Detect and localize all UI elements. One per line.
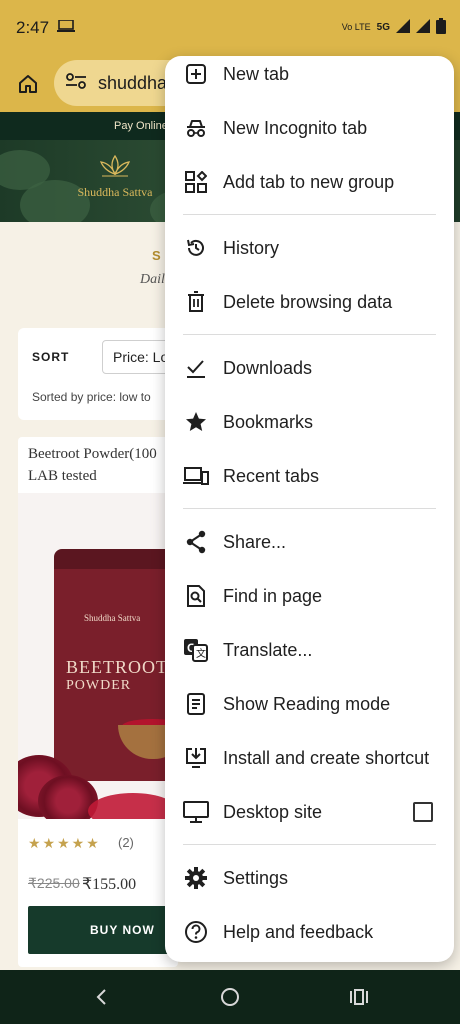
product-image[interactable]: Shuddha Sattva BEETROOT POWDER [18, 493, 178, 819]
menu-item-new-tab[interactable]: New tab [165, 56, 454, 100]
menu-label: Share... [223, 531, 287, 552]
site-logo[interactable]: Shuddha Sattva [60, 154, 170, 200]
pouch-name-line2: POWDER [66, 678, 132, 693]
menu-item-help-feedback[interactable]: Help and feedback [165, 906, 454, 958]
incognito-icon [183, 115, 209, 141]
trash-icon [183, 289, 209, 315]
back-button[interactable] [86, 984, 116, 1010]
desktop-site-checkbox[interactable] [413, 802, 433, 822]
menu-label: Recent tabs [223, 465, 320, 486]
menu-item-share[interactable]: Share... [165, 516, 454, 568]
menu-label: Delete browsing data [223, 291, 393, 312]
menu-item-translate[interactable]: G文 Translate... [165, 624, 454, 676]
sorted-by-text: Sorted by price: low to [32, 390, 151, 404]
menu-divider [183, 334, 436, 335]
menu-label: Bookmarks [223, 411, 314, 432]
lotus-icon [99, 154, 131, 177]
help-icon [183, 919, 209, 945]
menu-label: Show Reading mode [223, 693, 391, 714]
menu-label: History [223, 237, 280, 258]
menu-label: Add tab to new group [223, 171, 395, 192]
home-circle-icon [221, 988, 239, 1006]
signal-icon-2 [416, 19, 430, 35]
menu-label: Install and create shortcut [223, 747, 430, 768]
menu-item-settings[interactable]: Settings [165, 852, 454, 904]
history-icon [183, 235, 209, 261]
menu-item-incognito[interactable]: New Incognito tab [165, 102, 454, 154]
download-icon [183, 355, 209, 381]
laptop-icon [57, 19, 76, 37]
gear-icon [183, 865, 209, 891]
recents-icon [350, 989, 368, 1005]
back-icon [96, 989, 106, 1005]
svg-text:文: 文 [196, 647, 206, 660]
pouch-label: Shuddha Sattva BEETROOT POWDER [66, 613, 178, 694]
menu-item-reading-mode[interactable]: Show Reading mode [165, 678, 454, 730]
menu-divider [183, 214, 436, 215]
menu-item-add-tab-group[interactable]: Add tab to new group [165, 156, 454, 208]
devices-icon [183, 463, 209, 489]
menu-label: Settings [223, 867, 289, 888]
pouch-name-line1: BEETROOT [66, 657, 168, 677]
menu-divider [183, 844, 436, 845]
menu-item-find-in-page[interactable]: Find in page [165, 570, 454, 622]
menu-label: New Incognito tab [223, 117, 368, 138]
tab-group-icon [183, 169, 209, 195]
browser-overflow-menu: New tab New Incognito tab Add tab to new… [165, 56, 454, 962]
new-tab-icon [183, 61, 209, 87]
sort-label: SORT [32, 350, 70, 364]
battery-icon [436, 18, 446, 36]
product-card[interactable]: Beetroot Powder(100 LAB tested Shuddha S… [18, 437, 178, 967]
section-heading: S [152, 248, 162, 263]
desktop-icon [183, 799, 209, 825]
menu-label: Downloads [223, 357, 313, 378]
menu-label: Find in page [223, 585, 323, 606]
home-nav-button[interactable] [215, 984, 245, 1010]
system-navigation-bar [0, 970, 460, 1024]
menu-item-install-shortcut[interactable]: Install and create shortcut [165, 732, 454, 784]
install-icon [183, 745, 209, 771]
price-new: ₹155.00 [82, 876, 137, 893]
menu-item-recent-tabs[interactable]: Recent tabs [165, 450, 454, 502]
pouch-brand: Shuddha Sattva [84, 613, 141, 623]
menu-label: Help and feedback [223, 921, 374, 942]
section-subtitle: Dail [140, 272, 165, 287]
menu-label: New tab [223, 63, 290, 84]
status-bar: 2:47 Vo LTE 5G [0, 0, 460, 56]
translate-icon: G文 [183, 637, 209, 663]
product-title[interactable]: Beetroot Powder(100 LAB tested [28, 443, 178, 487]
menu-label: Desktop site [223, 801, 323, 822]
menu-item-history[interactable]: History [165, 222, 454, 274]
share-icon [183, 529, 209, 555]
volte-indicator: Vo LTE [341, 22, 371, 32]
product-title-line1: Beetroot Powder(100 [28, 446, 157, 462]
buy-now-button[interactable]: BUY NOW [28, 906, 178, 954]
site-settings-icon[interactable] [66, 72, 86, 94]
network-type: 5G [376, 21, 390, 33]
rating-count: (2) [118, 835, 134, 850]
home-button[interactable] [12, 68, 44, 100]
menu-item-desktop-site[interactable]: Desktop site [165, 786, 454, 838]
recents-button[interactable] [344, 984, 374, 1010]
menu-label: Translate... [223, 639, 313, 660]
product-title-line2: LAB tested [28, 468, 97, 484]
logo-name: Shuddha Sattva [77, 185, 153, 199]
status-time: 2:47 [16, 18, 50, 37]
home-icon [19, 75, 37, 93]
find-icon [183, 583, 209, 609]
menu-item-bookmarks[interactable]: Bookmarks [165, 396, 454, 448]
rating-stars: ★★★★★ [28, 835, 101, 851]
price-old: ₹225.00 [28, 875, 80, 891]
sort-card: SORT Price: Lo Sorted by price: low to [18, 328, 192, 420]
reading-mode-icon [183, 691, 209, 717]
promo-text: Pay Online [114, 120, 168, 132]
signal-icon [396, 19, 410, 35]
menu-item-delete-browsing-data[interactable]: Delete browsing data [165, 276, 454, 328]
menu-divider [183, 508, 436, 509]
menu-item-downloads[interactable]: Downloads [165, 342, 454, 394]
star-icon [183, 409, 209, 435]
